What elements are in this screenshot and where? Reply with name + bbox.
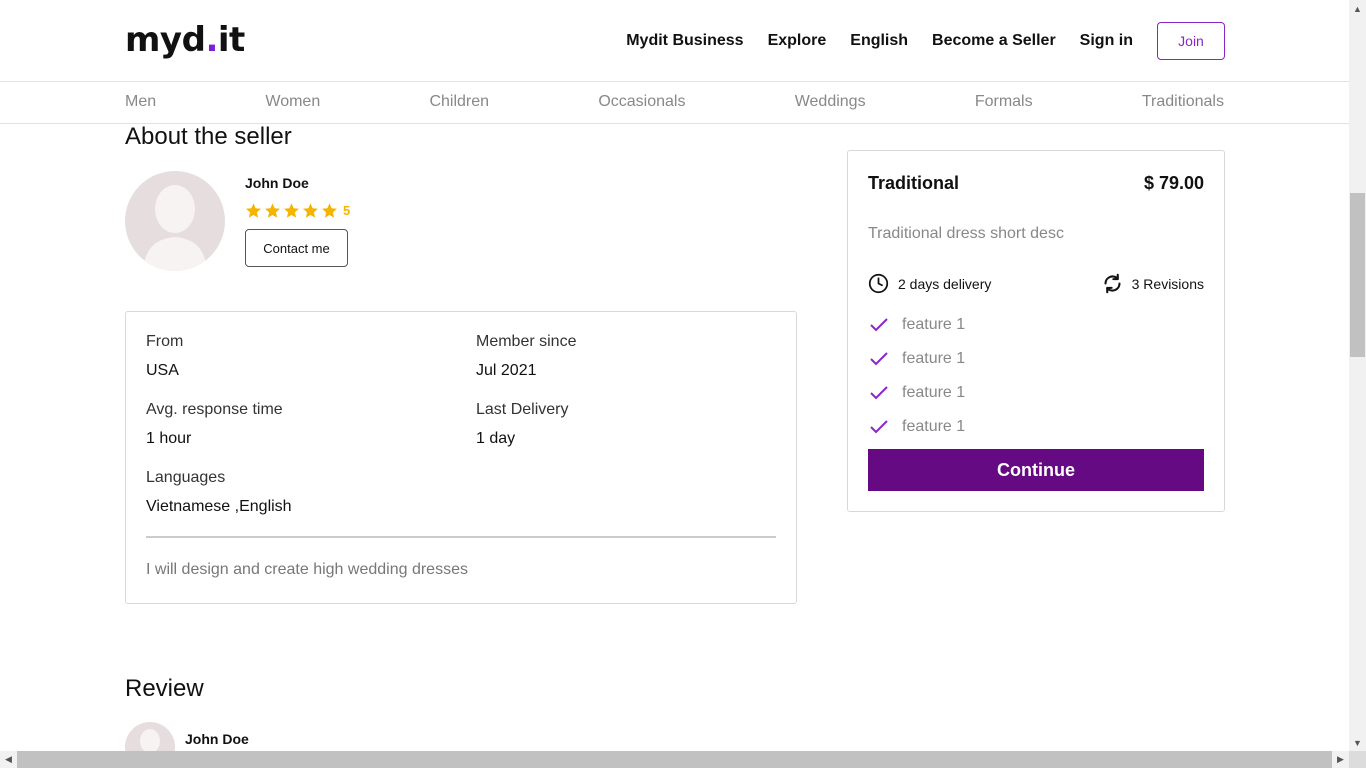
last-delivery-label: Last Delivery xyxy=(476,401,569,418)
category-formals[interactable]: Formals xyxy=(975,93,1033,111)
seller-name[interactable]: John Doe xyxy=(245,175,309,191)
continue-button[interactable]: Continue xyxy=(868,449,1204,491)
logo-text-main: myd xyxy=(125,20,206,60)
scroll-down-arrow-icon[interactable]: ▼ xyxy=(1349,734,1366,751)
member-since-label: Member since xyxy=(476,333,577,350)
revisions-count: 3 Revisions xyxy=(1102,273,1204,294)
category-traditionals[interactable]: Traditionals xyxy=(1142,93,1224,111)
package-description: Traditional dress short desc xyxy=(868,225,1064,242)
seller-info-box: From USA Member since Jul 2021 Avg. resp… xyxy=(125,311,797,604)
from-label: From xyxy=(146,333,184,350)
star-icon xyxy=(265,203,280,218)
from-value: USA xyxy=(146,362,179,379)
member-since-value: Jul 2021 xyxy=(476,362,537,379)
feature-item: feature 1 xyxy=(870,384,965,402)
vertical-scrollbar[interactable]: ▲ ▼ xyxy=(1349,0,1366,751)
about-seller-heading: About the seller xyxy=(125,123,292,150)
divider xyxy=(146,536,776,538)
delivery-text: 2 days delivery xyxy=(898,275,992,292)
refresh-icon xyxy=(1104,273,1121,294)
horizontal-scroll-thumb[interactable] xyxy=(17,751,1332,768)
seller-description: I will design and create high wedding dr… xyxy=(146,561,468,578)
check-icon xyxy=(870,386,888,400)
category-children[interactable]: Children xyxy=(429,93,489,111)
horizontal-scrollbar[interactable]: ◀ ▶ xyxy=(0,751,1349,768)
category-bar: Men Women Children Occasionals Weddings … xyxy=(0,82,1349,124)
star-icon xyxy=(284,203,299,218)
logo-dot: . xyxy=(205,20,218,60)
feature-text: feature 1 xyxy=(902,350,966,367)
category-men[interactable]: Men xyxy=(125,93,156,111)
category-list: Men Women Children Occasionals Weddings … xyxy=(125,93,1224,111)
nav-explore[interactable]: Explore xyxy=(768,32,827,50)
package-card: Traditional $ 79.00 Traditional dress sh… xyxy=(847,150,1225,512)
star-icon xyxy=(322,203,337,218)
feature-text: feature 1 xyxy=(902,418,966,435)
response-time-value: 1 hour xyxy=(146,430,192,447)
feature-item: feature 1 xyxy=(870,350,965,368)
category-occasionals[interactable]: Occasionals xyxy=(598,93,685,111)
nav-become-seller[interactable]: Become a Seller xyxy=(932,32,1056,50)
languages-label: Languages xyxy=(146,469,226,486)
review-heading: Review xyxy=(125,675,204,702)
rating-value: 5 xyxy=(343,203,351,218)
scroll-up-arrow-icon[interactable]: ▲ xyxy=(1349,0,1366,17)
user-silhouette-icon xyxy=(143,185,207,271)
revisions-text: 3 Revisions xyxy=(1131,275,1204,292)
scroll-left-arrow-icon[interactable]: ◀ xyxy=(0,751,17,768)
reviewer-name: John Doe xyxy=(185,731,249,747)
nav-language[interactable]: English xyxy=(850,32,908,50)
feature-item: feature 1 xyxy=(870,316,965,334)
nav-sign-in[interactable]: Sign in xyxy=(1080,32,1133,50)
scroll-right-arrow-icon[interactable]: ▶ xyxy=(1332,751,1349,768)
top-header: myd.it Mydit Business Explore English Be… xyxy=(0,0,1349,82)
star-icon xyxy=(246,203,261,218)
check-icon xyxy=(870,318,888,332)
scrollbar-corner xyxy=(1349,751,1366,768)
feature-text: feature 1 xyxy=(902,316,966,333)
star-icon xyxy=(303,203,318,218)
package-title: Traditional xyxy=(868,173,960,193)
delivery-time: 2 days delivery xyxy=(868,273,991,294)
main-nav: Mydit Business Explore English Become a … xyxy=(602,22,1225,60)
seller-rating-stars: 5 xyxy=(245,202,350,219)
contact-me-button[interactable]: Contact me xyxy=(245,229,348,267)
check-icon xyxy=(870,420,888,434)
languages-value: Vietnamese ,English xyxy=(146,498,292,515)
feature-text: feature 1 xyxy=(902,384,966,401)
vertical-scroll-thumb[interactable] xyxy=(1350,193,1365,357)
clock-icon xyxy=(868,273,889,294)
category-women[interactable]: Women xyxy=(265,93,320,111)
nav-mydit-business[interactable]: Mydit Business xyxy=(626,32,743,50)
package-price: $ 79.00 xyxy=(1143,173,1204,193)
feature-item: feature 1 xyxy=(870,418,965,436)
page: myd.it Mydit Business Explore English Be… xyxy=(0,0,1366,768)
category-weddings[interactable]: Weddings xyxy=(795,93,866,111)
last-delivery-value: 1 day xyxy=(476,430,516,447)
join-button[interactable]: Join xyxy=(1157,22,1225,60)
seller-avatar[interactable] xyxy=(125,171,225,271)
logo[interactable]: myd.it xyxy=(125,20,245,60)
logo-text-end: it xyxy=(217,20,245,60)
response-time-label: Avg. response time xyxy=(146,401,283,418)
check-icon xyxy=(870,352,888,366)
